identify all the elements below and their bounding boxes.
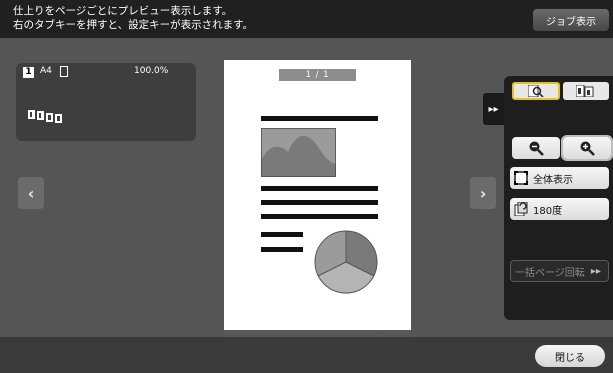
text-line bbox=[261, 186, 378, 191]
job-list-button[interactable]: ジョブ表示 bbox=[533, 9, 609, 31]
preview-image-icon bbox=[261, 128, 336, 177]
rotate-180-label: 180度 bbox=[533, 205, 563, 217]
instruction-line-2: 右のタブキーを押すと、設定キーが表示されます。 bbox=[13, 19, 254, 31]
text-line bbox=[261, 232, 303, 237]
close-button[interactable]: 閉じる bbox=[535, 345, 605, 367]
fit-to-screen-icon bbox=[514, 171, 528, 185]
page-layout-icon bbox=[28, 110, 62, 123]
zoom-out-icon bbox=[529, 141, 544, 156]
page-number-badge: 1 bbox=[23, 67, 34, 78]
chevron-right-icon: › bbox=[479, 183, 487, 203]
page-indicator: 1 / 1 bbox=[279, 69, 356, 81]
rotate-all-label: 一括ページ回転 bbox=[515, 267, 585, 279]
text-line bbox=[261, 116, 378, 121]
rotate-180-button[interactable]: 180度 bbox=[510, 198, 609, 220]
double-chevron-right-icon: ▸▸ bbox=[590, 265, 601, 277]
fit-page-label: 全体表示 bbox=[533, 174, 573, 186]
zoom-page-icon bbox=[528, 85, 544, 97]
preview-pie-chart-icon bbox=[314, 230, 378, 294]
panel-toggle-tab[interactable]: ▸▸ bbox=[483, 93, 504, 125]
instruction-message: 仕上りをページごとにプレビュー表示します。 右のタブキーを押すと、設定キーが表示… bbox=[13, 4, 253, 32]
text-line bbox=[261, 214, 378, 219]
zoom-in-icon bbox=[580, 141, 595, 156]
thumbnail-view-mode-button[interactable] bbox=[563, 82, 609, 100]
bottom-bar bbox=[0, 337, 613, 373]
zoom-view-mode-button[interactable] bbox=[512, 82, 560, 100]
fit-page-button[interactable]: 全体表示 bbox=[510, 167, 609, 189]
pages-icon bbox=[576, 85, 594, 97]
zoom-value: 100.0% bbox=[134, 66, 169, 76]
paper-size-label: A4 bbox=[40, 66, 52, 76]
zoom-out-button[interactable] bbox=[512, 137, 560, 159]
next-page-button[interactable]: › bbox=[470, 177, 496, 209]
portrait-orientation-icon bbox=[60, 66, 68, 77]
instruction-line-1: 仕上りをページごとにプレビュー表示します。 bbox=[13, 5, 233, 17]
text-line bbox=[261, 200, 378, 205]
rotate-all-pages-button[interactable]: 一括ページ回転 ▸▸ bbox=[510, 260, 609, 282]
rotate-page-icon bbox=[514, 202, 528, 216]
double-chevron-right-icon: ▸▸ bbox=[488, 103, 499, 115]
chevron-left-icon: ‹ bbox=[27, 183, 35, 203]
previous-page-button[interactable]: ‹ bbox=[18, 177, 44, 209]
zoom-in-button[interactable] bbox=[561, 135, 613, 161]
text-line bbox=[261, 247, 303, 252]
